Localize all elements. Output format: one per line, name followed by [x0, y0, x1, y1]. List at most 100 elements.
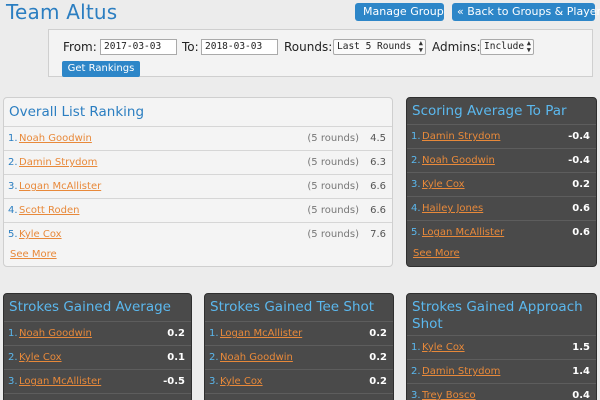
rank-number: 3. — [411, 179, 421, 190]
table-row: 1. Noah Goodwin 0.2 — [4, 321, 191, 345]
to-label: To: — [182, 40, 199, 54]
player-link[interactable]: Scott Roden — [19, 205, 79, 216]
rank-number: 2. — [8, 157, 18, 168]
page-title: Team Altus — [6, 0, 118, 24]
table-row: 3. Trey Bosco 0.4 — [407, 383, 596, 400]
strokes-gained-approach-panel: Strokes Gained Approach Shot 1. Kyle Cox… — [406, 293, 597, 400]
approach-title-line2: Shot — [412, 316, 443, 332]
filter-panel: From: 2017-03-03 To: 2018-03-03 Rounds: … — [48, 29, 593, 77]
rank-number: 1. — [8, 133, 18, 144]
rank-value: 0.2 — [369, 328, 387, 339]
table-row — [205, 393, 393, 400]
see-more-link[interactable]: See More — [10, 249, 57, 260]
overall-ranking-panel: Overall List Ranking 1. Noah Goodwin (5 … — [3, 97, 393, 267]
strokes-gained-average-title: Strokes Gained Average — [9, 299, 171, 315]
strokes-gained-tee-panel: Strokes Gained Tee Shot 1. Logan McAllis… — [204, 293, 394, 400]
rank-number: 1. — [411, 131, 421, 142]
rank-value: -0.5 — [163, 376, 185, 387]
rank-value: 0.2 — [572, 179, 590, 190]
strokes-gained-average-panel: Strokes Gained Average 1. Noah Goodwin 0… — [3, 293, 192, 400]
approach-title-line1: Strokes Gained Approach — [412, 299, 583, 315]
rank-value: 0.6 — [572, 203, 590, 214]
player-link[interactable]: Logan McAllister — [220, 328, 302, 339]
table-row: 5. Kyle Cox (5 rounds) 7.6 — [4, 222, 392, 246]
table-row: 2. Noah Goodwin 0.2 — [205, 345, 393, 369]
rank-value: 0.2 — [369, 352, 387, 363]
player-link[interactable]: Logan McAllister — [19, 376, 101, 387]
rounds-count: (5 rounds) — [307, 205, 359, 216]
rounds-count: (5 rounds) — [307, 181, 359, 192]
from-label: From: — [63, 40, 97, 54]
player-link[interactable]: Hailey Jones — [422, 203, 483, 214]
admins-select-value: Include — [484, 41, 525, 52]
rounds-label: Rounds: — [284, 40, 333, 54]
player-link[interactable]: Kyle Cox — [220, 376, 263, 387]
select-arrows-icon: ▲ ▼ — [526, 39, 531, 54]
from-date-input[interactable]: 2017-03-03 — [100, 39, 177, 55]
rank-value: -0.4 — [568, 155, 590, 166]
get-rankings-button[interactable]: Get Rankings — [62, 61, 140, 77]
table-row: 2. Noah Goodwin -0.4 — [407, 148, 596, 172]
table-row: 3. Kyle Cox 0.2 — [205, 369, 393, 393]
player-link[interactable]: Kyle Cox — [422, 179, 465, 190]
player-link[interactable]: Kyle Cox — [422, 342, 465, 353]
see-more-link[interactable]: See More — [413, 248, 460, 259]
rank-number: 5. — [411, 227, 421, 238]
rank-number: 2. — [411, 366, 421, 377]
rank-value: 1.5 — [572, 342, 590, 353]
to-date-input[interactable]: 2018-03-03 — [201, 39, 278, 55]
table-row: 3. Logan McAllister (5 rounds) 6.6 — [4, 174, 392, 198]
strokes-gained-tee-title: Strokes Gained Tee Shot — [210, 299, 375, 315]
select-arrows-icon: ▲ ▼ — [418, 39, 423, 54]
table-row: 1. Damin Strydom -0.4 — [407, 124, 596, 148]
rank-number: 1. — [411, 342, 421, 353]
rank-value: 1.4 — [572, 366, 590, 377]
rounds-select[interactable]: Last 5 Rounds ▲ ▼ — [333, 39, 426, 55]
player-link[interactable]: Noah Goodwin — [422, 155, 495, 166]
player-link[interactable]: Noah Goodwin — [19, 133, 92, 144]
table-row: 3. Logan McAllister -0.5 — [4, 369, 191, 393]
scoring-average-panel: Scoring Average To Par 1. Damin Strydom … — [406, 97, 597, 267]
overall-ranking-title: Overall List Ranking — [9, 104, 145, 120]
table-row: 5. Logan McAllister 0.6 — [407, 220, 596, 244]
player-link[interactable]: Logan McAllister — [19, 181, 101, 192]
rank-value: 0.4 — [572, 390, 590, 400]
table-row: 1. Noah Goodwin (5 rounds) 4.5 — [4, 126, 392, 150]
rank-value: 0.2 — [369, 376, 387, 387]
rank-value: -0.4 — [568, 131, 590, 142]
table-row: 2. Damin Strydom (5 rounds) 6.3 — [4, 150, 392, 174]
rank-value: 6.3 — [370, 157, 386, 168]
player-link[interactable]: Logan McAllister — [422, 227, 504, 238]
table-row — [4, 393, 191, 400]
rank-number: 4. — [411, 203, 421, 214]
back-to-groups-button[interactable]: « Back to Groups & Players — [452, 3, 600, 21]
table-row: 1. Logan McAllister 0.2 — [205, 321, 393, 345]
player-link[interactable]: Kyle Cox — [19, 352, 62, 363]
rank-value: 7.6 — [370, 229, 386, 240]
manage-group-button[interactable]: Manage Group — [355, 3, 444, 21]
rank-value: 0.1 — [167, 352, 185, 363]
player-link[interactable]: Trey Bosco — [422, 390, 476, 400]
rank-value: 4.5 — [370, 133, 386, 144]
table-row: 4. Hailey Jones 0.6 — [407, 196, 596, 220]
rank-number: 3. — [209, 376, 219, 387]
table-row: 2. Kyle Cox 0.1 — [4, 345, 191, 369]
player-link[interactable]: Damin Strydom — [422, 131, 500, 142]
rank-value: 6.6 — [370, 181, 386, 192]
rank-number: 1. — [8, 328, 18, 339]
rank-value: 0.2 — [167, 328, 185, 339]
player-link[interactable]: Noah Goodwin — [19, 328, 92, 339]
player-link[interactable]: Kyle Cox — [19, 229, 62, 240]
admins-select[interactable]: Include ▲ ▼ — [480, 39, 534, 55]
rounds-count: (5 rounds) — [307, 157, 359, 168]
table-row: 1. Kyle Cox 1.5 — [407, 335, 596, 359]
admins-label: Admins: — [432, 40, 481, 54]
rank-number: 1. — [209, 328, 219, 339]
scoring-average-title: Scoring Average To Par — [412, 103, 567, 119]
table-row: 4. Scott Roden (5 rounds) 6.6 — [4, 198, 392, 222]
rank-number: 5. — [8, 229, 18, 240]
player-link[interactable]: Noah Goodwin — [220, 352, 293, 363]
rank-value: 0.6 — [572, 227, 590, 238]
player-link[interactable]: Damin Strydom — [19, 157, 97, 168]
player-link[interactable]: Damin Strydom — [422, 366, 500, 377]
